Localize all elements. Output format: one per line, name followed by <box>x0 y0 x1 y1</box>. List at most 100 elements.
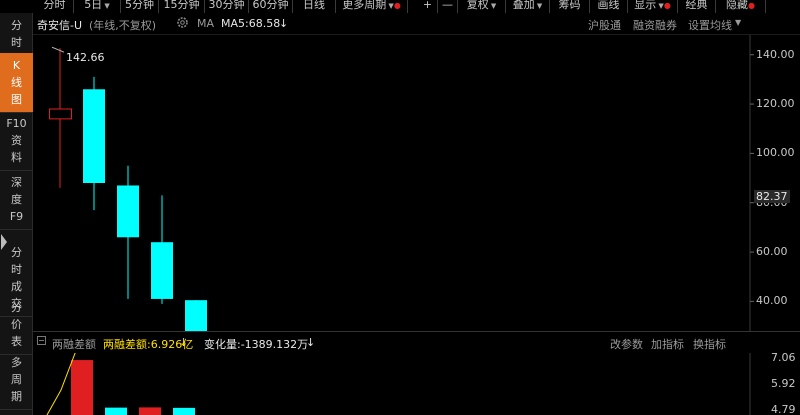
toolbar-item-12[interactable]: 筹码 <box>550 0 590 13</box>
toolbar-item-8[interactable]: + <box>418 0 438 13</box>
ma5-value: MA5:68.58 <box>221 17 281 30</box>
toolbar-item-6[interactable]: 日线 <box>293 0 336 13</box>
sidebar-item-text: 时 <box>11 36 22 49</box>
price-tick-label: 100.00 <box>756 146 795 160</box>
edit-params-button[interactable]: 改参数 <box>610 336 643 352</box>
toolbar-item-2[interactable]: 5分钟 <box>121 0 159 13</box>
last-price-label: 82.37 <box>754 189 790 203</box>
candle-body[interactable] <box>117 185 139 238</box>
toolbar-item-label: 分时 <box>43 0 66 11</box>
toolbar-item-label: 画线 <box>597 0 620 11</box>
ma-label[interactable]: MA <box>197 17 214 30</box>
toolbar-item-label: — <box>442 0 453 11</box>
toolbar-item-4[interactable]: 30分钟 <box>205 0 249 13</box>
link-hk-connect[interactable]: 沪股通 <box>588 17 621 33</box>
toolbar-item-label: 5日 <box>84 0 103 11</box>
chevron-down-icon[interactable]: ▼ <box>735 18 741 27</box>
toolbar-item-label: 叠加 <box>512 0 535 11</box>
chevron-down-icon: ▼ <box>102 2 110 10</box>
toolbar-item-label: 隐藏 <box>726 0 748 11</box>
sidebar-item-text: F10 <box>6 117 27 130</box>
red-dot-icon: ● <box>663 1 671 10</box>
period-toolbar: 分时 5日 ▼ 5分钟 15分钟 30分钟 60分钟 日线 更多周期 ▼● + — 复权 ▼ 叠加 ▼… <box>0 0 800 13</box>
indicator-bar[interactable] <box>71 360 93 415</box>
candle-body[interactable] <box>185 300 207 331</box>
candle-body[interactable] <box>49 108 72 120</box>
max-price-label: 142.66 <box>66 51 105 64</box>
sidebar-item-text: 线 <box>11 76 22 89</box>
sidebar-item-text: 价 <box>11 318 22 331</box>
toolbar-item-label: 60分钟 <box>252 0 289 11</box>
price-tick-label: 60.00 <box>756 245 788 259</box>
sidebar-item-text: 分 <box>11 301 22 314</box>
sidebar-item-text: 期 <box>11 390 22 403</box>
toolbar-item-7[interactable]: 更多周期 ▼● <box>336 0 408 13</box>
add-indicator-button[interactable]: 加指标 <box>651 336 684 352</box>
max-pointer <box>51 46 65 53</box>
indicator-tick-label: 7.06 <box>771 353 796 364</box>
toolbar-item-9[interactable]: — <box>438 0 458 13</box>
chevron-down-icon: ▼ <box>488 2 497 10</box>
toolbar-item-label: 显示 <box>634 0 657 11</box>
toolbar-item-0[interactable]: 分时 <box>36 0 74 13</box>
white-down-arrow-icon: ↓ <box>306 336 316 349</box>
link-margin-trading[interactable]: 融资融券 <box>633 17 677 33</box>
toolbar-item-3[interactable]: 15分钟 <box>159 0 205 13</box>
toolbar-item-11[interactable]: 叠加 ▼ <box>506 0 550 13</box>
chevron-down-icon: ▼ <box>386 2 394 10</box>
period-info: (年线,不复权) <box>89 19 157 32</box>
sidebar-item-text: 度 <box>11 193 22 206</box>
chevron-down-icon: ▼ <box>534 2 543 10</box>
sidebar-item-text: 时 <box>11 263 22 276</box>
sidebar-item-text: 表 <box>11 335 22 348</box>
candle-body[interactable] <box>151 242 173 299</box>
chart-title-bar: 奇安信-U (年线,不复权) MA MA5:68.58 ↓ 沪股通 融资融券 设… <box>33 13 800 35</box>
indicator-tick-label: 5.92 <box>771 377 796 390</box>
indicator-bar[interactable] <box>139 407 161 415</box>
change-indicator-button[interactable]: 换指标 <box>693 336 726 352</box>
margin-balance-chart[interactable]: 7.06 5.92 4.79 <box>33 353 800 415</box>
toolbar-item-label: 5分钟 <box>125 0 154 11</box>
toolbar-item-5[interactable]: 60分钟 <box>249 0 293 13</box>
indicator-title-bar: 两融差额 两融差额:6.926亿 ↓ 变化量:-1389.132万 ↓ 改参数 … <box>33 331 800 353</box>
sidebar-item-5[interactable]: 分价表 <box>0 295 33 355</box>
sidebar-item-1[interactable]: K线图 <box>0 53 33 113</box>
toolbar-item-label: 15分钟 <box>163 0 200 11</box>
stock-name: 奇安信-U <box>37 19 83 32</box>
sidebar-item-text: 图 <box>11 93 22 106</box>
toolbar-item-10[interactable]: 复权 ▼ <box>458 0 506 13</box>
gear-icon[interactable] <box>176 16 189 32</box>
indicator-tick-label: 4.79 <box>771 403 796 415</box>
kline-chart[interactable]: 142.6621.33 <box>33 35 800 331</box>
sidebar-item-2[interactable]: F10 资料 <box>0 111 33 171</box>
yellow-down-arrow-icon: ↓ <box>179 336 189 349</box>
indicator-bar[interactable] <box>173 407 195 415</box>
sidebar-item-3[interactable]: 深度 F9 <box>0 170 33 230</box>
indicator-name[interactable]: 两融差额 <box>52 336 96 352</box>
toolbar-item-label: + <box>422 0 433 11</box>
toolbar-item-1[interactable]: 5日 ▼ <box>74 0 121 13</box>
toolbar-item-label: 复权 <box>466 0 489 11</box>
sidebar-item-6[interactable]: 多周期 <box>0 350 33 410</box>
sidebar-item-text: F9 <box>9 210 24 223</box>
sidebar-item-text: 成 <box>11 280 22 293</box>
toolbar-item-label: 30分钟 <box>208 0 245 11</box>
red-dot-icon: ● <box>748 1 755 10</box>
toolbar-item-15[interactable]: 经典 <box>678 0 716 13</box>
sidebar-item-text: 多 <box>11 356 22 369</box>
toolbar-item-13[interactable]: 画线 <box>590 0 628 13</box>
sidebar-item-text: 周 <box>11 373 22 386</box>
sidebar-item-text: 料 <box>11 151 22 164</box>
sidebar-item-text: 深 <box>11 176 22 189</box>
candle-body[interactable] <box>83 89 105 183</box>
red-dot-icon: ● <box>393 1 401 10</box>
toolbar-item-14[interactable]: 显示 ▼● <box>628 0 678 13</box>
left-sidebar: 分时图K线图F10资料深度F9分时成交分价表多周期 <box>0 13 33 415</box>
price-tick-label: 120.00 <box>756 97 795 111</box>
chevron-down-icon: ▼ <box>656 2 664 10</box>
toolbar-item-16[interactable]: 隐藏● <box>716 0 766 13</box>
panel-close-icon[interactable] <box>37 335 46 348</box>
link-ma-settings[interactable]: 设置均线 <box>688 17 732 33</box>
indicator-bar[interactable] <box>105 407 127 415</box>
sidebar-item-text: K <box>12 59 21 72</box>
